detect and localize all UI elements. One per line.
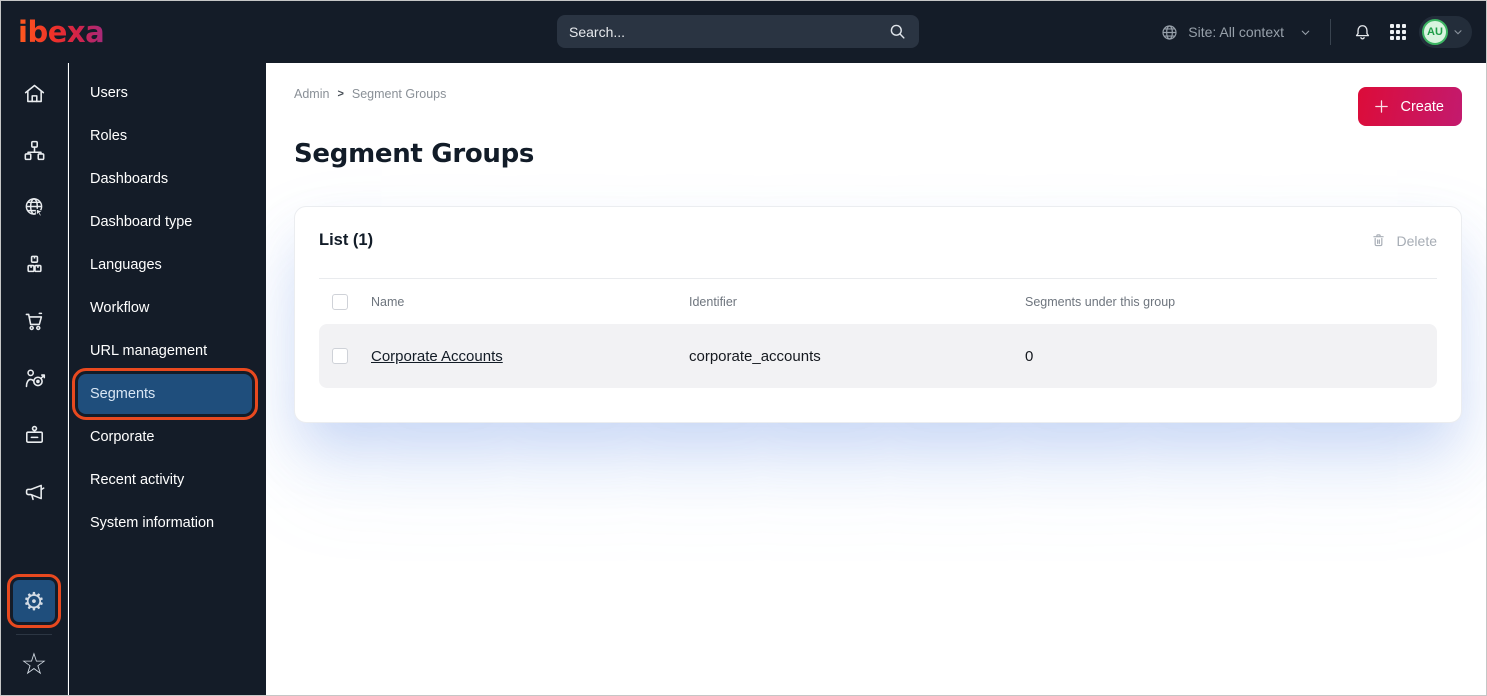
create-button[interactable]: Create xyxy=(1358,87,1462,126)
site-context-selector[interactable]: Site: All context xyxy=(1160,23,1312,42)
sidebar-item-dashboards[interactable]: Dashboards xyxy=(78,159,252,199)
rail-divider xyxy=(16,634,52,635)
sidebar-item-languages[interactable]: Languages xyxy=(78,245,252,285)
rail-item-commerce[interactable] xyxy=(14,301,54,341)
page-title: Segment Groups xyxy=(294,139,535,169)
plus-icon xyxy=(1373,98,1390,115)
column-header-identifier: Identifier xyxy=(689,295,737,309)
create-button-label: Create xyxy=(1400,98,1444,115)
chevron-down-icon xyxy=(1299,26,1312,39)
breadcrumb-admin[interactable]: Admin xyxy=(294,87,329,101)
chevron-down-icon xyxy=(1452,26,1464,38)
rail-item-home[interactable] xyxy=(14,73,54,113)
breadcrumb-current: Segment Groups xyxy=(351,87,447,101)
trash-icon xyxy=(1369,231,1388,250)
list-title: List (1) xyxy=(319,231,374,249)
column-header-name: Name xyxy=(371,295,405,309)
top-bar: ibexa Site: All context xyxy=(1,1,1486,63)
megaphone-icon xyxy=(22,480,47,505)
rail-item-personalization[interactable] xyxy=(14,358,54,398)
breadcrumb-separator: > xyxy=(337,88,344,100)
search-input[interactable] xyxy=(569,23,888,40)
user-menu[interactable]: AU xyxy=(1419,16,1472,48)
app-grid-icon xyxy=(1389,23,1407,41)
ibexa-logo[interactable]: ibexa xyxy=(18,17,105,47)
rail-item-admin[interactable]: ⚙ xyxy=(7,574,61,628)
main-content: Admin > Segment Groups Segment Groups Cr… xyxy=(266,63,1486,695)
icon-rail: ⚙ ☆ xyxy=(1,63,68,695)
breadcrumb: Admin > Segment Groups xyxy=(294,87,446,101)
row-segments-count: 0 xyxy=(1025,347,1034,365)
rail-item-site[interactable] xyxy=(14,187,54,227)
sidebar-item-workflow[interactable]: Workflow xyxy=(78,288,252,328)
topbar-right-controls: Site: All context AU xyxy=(1160,16,1472,48)
segment-groups-list-card: List (1) Delete Name Identifier Segments… xyxy=(294,206,1462,423)
global-search[interactable] xyxy=(557,15,919,48)
notifications-button[interactable] xyxy=(1347,17,1377,47)
app-window: ibexa Site: All context xyxy=(0,0,1487,696)
personalization-target-icon xyxy=(22,366,47,391)
sidebar-item-recent-activity[interactable]: Recent activity xyxy=(78,460,252,500)
rail-item-product-catalog[interactable] xyxy=(14,244,54,284)
globe-cursor-icon xyxy=(22,195,47,220)
sidebar-item-users[interactable]: Users xyxy=(78,73,252,113)
search-icon[interactable] xyxy=(888,22,907,41)
boxes-icon xyxy=(22,252,47,277)
sidebar-item-dashboard-type[interactable]: Dashboard type xyxy=(78,202,252,242)
select-all-checkbox[interactable] xyxy=(332,294,348,310)
topbar-divider xyxy=(1330,19,1331,45)
delete-button-label: Delete xyxy=(1396,232,1437,249)
column-header-segments: Segments under this group xyxy=(1025,295,1176,309)
delete-button[interactable]: Delete xyxy=(1369,231,1437,250)
rail-item-marketing[interactable] xyxy=(14,472,54,512)
icon-rail-bottom: ⚙ ☆ xyxy=(7,574,61,695)
app-switcher-button[interactable] xyxy=(1383,17,1413,47)
row-identifier: corporate_accounts xyxy=(689,347,821,365)
sitemap-icon xyxy=(22,138,47,163)
segment-group-link[interactable]: Corporate Accounts xyxy=(371,348,689,365)
gear-icon: ⚙ xyxy=(22,586,46,616)
sidebar-item-system-information[interactable]: System information xyxy=(78,503,252,543)
sidebar-item-segments[interactable]: Segments xyxy=(72,368,258,420)
globe-icon xyxy=(1160,23,1179,42)
admin-sidebar: Users Roles Dashboards Dashboard type La… xyxy=(69,63,266,695)
rail-item-bookmarks[interactable]: ☆ xyxy=(14,645,54,685)
star-icon: ☆ xyxy=(20,647,48,682)
rail-item-content[interactable] xyxy=(14,130,54,170)
table-row[interactable]: Corporate Accounts corporate_accounts 0 xyxy=(319,324,1437,388)
badge-icon xyxy=(22,423,47,448)
sidebar-item-url-management[interactable]: URL management xyxy=(78,331,252,371)
row-checkbox[interactable] xyxy=(332,348,348,364)
site-context-label: Site: All context xyxy=(1188,24,1284,40)
rail-item-corporate[interactable] xyxy=(14,415,54,455)
cart-icon xyxy=(22,309,47,334)
avatar: AU xyxy=(1422,19,1448,45)
list-card-header: List (1) Delete xyxy=(319,231,1437,250)
sidebar-item-corporate[interactable]: Corporate xyxy=(78,417,252,457)
home-icon xyxy=(22,81,47,106)
bell-icon xyxy=(1352,22,1373,43)
table-header-row: Name Identifier Segments under this grou… xyxy=(319,279,1437,321)
sidebar-item-roles[interactable]: Roles xyxy=(78,116,252,156)
